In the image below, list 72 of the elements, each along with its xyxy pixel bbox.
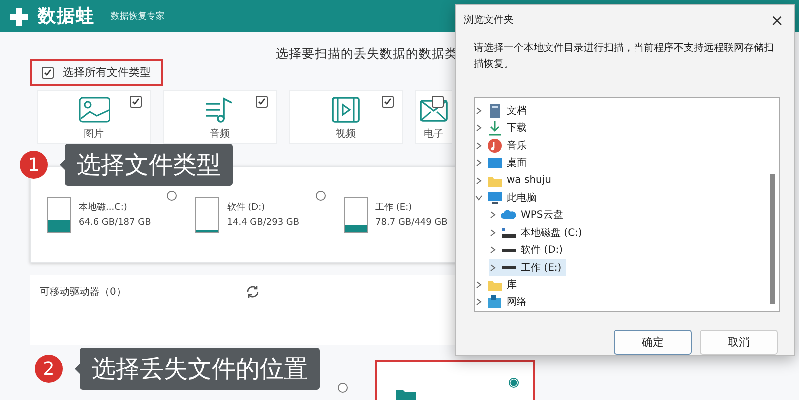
drive-icon: [502, 228, 516, 238]
scrollbar[interactable]: [770, 174, 775, 304]
chevron-right-icon[interactable]: [475, 159, 483, 168]
tree-item[interactable]: 音乐: [475, 137, 531, 154]
chevron-right-icon[interactable]: [475, 142, 483, 150]
file-type-label: 图片: [84, 128, 104, 141]
checkbox-label: 选择所有文件类型: [63, 65, 151, 80]
document-icon: [487, 103, 503, 119]
file-type-card[interactable]: 视频: [289, 90, 403, 144]
dialog-button[interactable]: 取消: [700, 330, 778, 355]
music-disc-icon: [487, 138, 503, 154]
chevron-right-icon[interactable]: [475, 298, 483, 306]
chevron-right-icon[interactable]: [475, 124, 483, 132]
file-type-label: 电子: [424, 128, 444, 141]
tree-item[interactable]: 桌面: [475, 154, 531, 172]
monitor-icon: [487, 190, 503, 206]
dialog-message: 请选择一个本地文件目录进行扫描，当前程序不支持远程联网存储扫描恢复。: [473, 42, 775, 72]
tree-item[interactable]: 网络: [475, 294, 531, 311]
checkbox[interactable]: [42, 66, 54, 78]
film-icon: [330, 95, 362, 125]
radio-button[interactable]: [509, 378, 519, 388]
checkbox[interactable]: [256, 96, 268, 108]
chevron-down-icon[interactable]: [475, 194, 483, 202]
drive-usage: 14.4 GB/293 GB: [227, 218, 300, 228]
tree-item[interactable]: WPS云盘: [489, 206, 568, 224]
tree-item[interactable]: 库: [475, 276, 521, 294]
close-button[interactable]: ×: [766, 10, 788, 30]
drive-name: 本地磁...C:): [79, 202, 128, 214]
drive-usage: 78.7 GB/449 GB: [376, 218, 448, 228]
dialog-title: 浏览文件夹: [464, 14, 514, 28]
tree-item[interactable]: 此电脑: [475, 189, 541, 207]
radio-button[interactable]: [338, 383, 348, 393]
tree-item[interactable]: 文档: [475, 102, 531, 120]
checkbox[interactable]: [130, 96, 142, 108]
chevron-right-icon[interactable]: [475, 176, 483, 185]
plus-logo-icon: [8, 6, 30, 26]
section-title: 可移动驱动器（0）: [40, 286, 126, 299]
app-tagline: 数据恢复专家: [111, 10, 165, 22]
checkbox[interactable]: [382, 96, 394, 108]
drive-icon: [502, 248, 516, 252]
file-type-card[interactable]: 音频: [163, 90, 277, 144]
picture-icon: [78, 95, 110, 125]
drive-usage: 64.6 GB/187 GB: [79, 218, 152, 228]
drive-name: 软件 (D:): [227, 202, 266, 214]
tree-item[interactable]: 软件 (D:): [489, 241, 568, 259]
checkbox[interactable]: [432, 96, 444, 108]
network-icon: [487, 294, 503, 310]
radio-button[interactable]: [167, 190, 178, 200]
drive-icon: [502, 266, 516, 270]
file-type-label: 音频: [210, 128, 230, 141]
tree-item[interactable]: 工作 (E:): [489, 258, 566, 276]
app-logo: 数据蛙: [38, 5, 95, 28]
chevron-right-icon[interactable]: [489, 211, 497, 220]
dialog-button[interactable]: 确定: [614, 330, 692, 355]
tree-item[interactable]: 本地磁盘 (C:): [489, 224, 586, 242]
download-arrow-icon: [487, 120, 503, 136]
callout-tooltip: 选择丢失文件的位置: [80, 348, 320, 390]
file-type-card[interactable]: 电子: [415, 90, 452, 144]
drive-name: 工作 (E:): [376, 202, 414, 214]
tree-item[interactable]: 下载: [475, 120, 531, 138]
chevron-right-icon[interactable]: [489, 228, 497, 237]
chevron-right-icon[interactable]: [475, 107, 483, 115]
step-badge: 1: [20, 151, 48, 179]
tree-item[interactable]: wa shuju: [475, 172, 556, 190]
refresh-icon[interactable]: [246, 285, 260, 299]
callout-tooltip: 选择文件类型: [65, 144, 233, 186]
radio-button[interactable]: [316, 190, 326, 200]
chevron-right-icon[interactable]: [489, 246, 497, 254]
folder-icon: [395, 388, 417, 400]
step-badge: 2: [35, 355, 63, 383]
file-type-card[interactable]: 图片: [37, 90, 151, 144]
file-type-label: 视频: [336, 128, 356, 141]
